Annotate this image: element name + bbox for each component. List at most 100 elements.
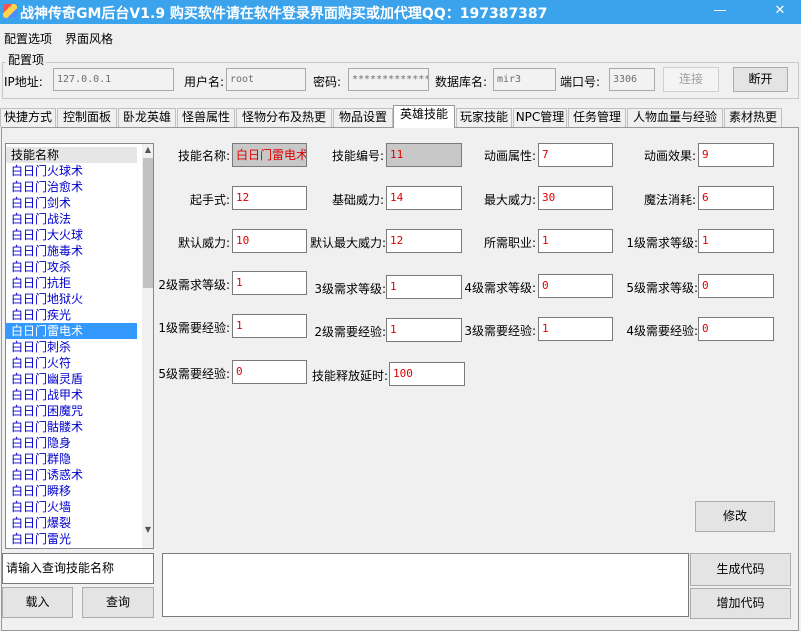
menu-ui-style[interactable]: 界面风格 <box>65 30 113 47</box>
close-button[interactable]: ✕ <box>765 0 795 22</box>
list-item[interactable]: 白日门剑术 <box>6 195 137 211</box>
default-power-label: 默认威力: <box>177 236 230 250</box>
max-power-label: 最大威力: <box>483 193 536 207</box>
list-item[interactable]: 白日门火符 <box>6 355 137 371</box>
list-item[interactable]: 白日门施毒术 <box>6 243 137 259</box>
username-field[interactable]: root <box>226 68 306 91</box>
modify-button[interactable]: 修改 <box>695 501 775 532</box>
tab-player-skills[interactable]: 玩家技能 <box>456 108 512 127</box>
default-max-power-label: 默认最大威力: <box>309 236 386 250</box>
cast-delay-label: 技能释放延时: <box>311 369 388 383</box>
lv4-exp-field[interactable]: 0 <box>698 317 774 341</box>
load-button[interactable]: 载入 <box>2 587 73 618</box>
lv5-exp-field[interactable]: 0 <box>232 360 307 384</box>
anim-attr-field[interactable]: 7 <box>538 143 613 167</box>
scroll-up-icon[interactable]: ▲ <box>142 144 153 156</box>
tab-hp-exp[interactable]: 人物血量与经验 <box>627 108 723 127</box>
lv5-req-field[interactable]: 0 <box>698 274 774 298</box>
lv2-req-field[interactable]: 1 <box>232 271 307 295</box>
tab-item-settings[interactable]: 物品设置 <box>333 108 393 127</box>
list-item[interactable]: 白日门火墙 <box>6 499 137 515</box>
list-item[interactable]: 白日门困魔咒 <box>6 403 137 419</box>
list-header: 技能名称 <box>6 147 137 163</box>
scroll-thumb[interactable] <box>143 158 153 288</box>
list-item[interactable]: 白日门瞬移 <box>6 483 137 499</box>
query-button[interactable]: 查询 <box>82 587 154 618</box>
skill-name-field[interactable]: 白日门雷电术 <box>232 143 307 167</box>
connect-button[interactable]: 连接 <box>663 67 719 92</box>
ip-field[interactable]: 127.0.0.1 <box>53 68 174 91</box>
lv4-req-field[interactable]: 0 <box>538 274 613 298</box>
minimize-button[interactable]: — <box>705 0 735 22</box>
lv1-req-field[interactable]: 1 <box>698 229 774 253</box>
skill-name-label: 技能名称: <box>177 149 230 163</box>
max-power-field[interactable]: 30 <box>538 186 613 210</box>
list-item[interactable]: 白日门火球术 <box>6 163 137 179</box>
generate-code-button[interactable]: 生成代码 <box>690 553 791 586</box>
tab-shortcuts[interactable]: 快捷方式 <box>0 108 56 127</box>
scroll-down-icon[interactable]: ▼ <box>142 524 153 536</box>
lv2-exp-label: 2级需要经验: <box>314 325 386 339</box>
skill-list[interactable]: 技能名称 白日门火球术 白日门治愈术 白日门剑术 白日门战法 白日门大火球 白日… <box>5 143 154 549</box>
tab-wolong-hero[interactable]: 卧龙英雄 <box>118 108 176 127</box>
list-item[interactable]: 白日门攻杀 <box>6 259 137 275</box>
list-item[interactable]: 白日门群隐 <box>6 451 137 467</box>
dbname-field[interactable]: mir3 <box>493 68 556 91</box>
start-field[interactable]: 12 <box>232 186 307 210</box>
tab-asset-hotfix[interactable]: 素材热更 <box>724 108 782 127</box>
list-item-selected[interactable]: 白日门雷电术 <box>6 323 137 339</box>
lv2-exp-field[interactable]: 1 <box>386 318 462 342</box>
port-field[interactable]: 3306 <box>609 68 655 91</box>
mana-cost-field[interactable]: 6 <box>698 186 774 210</box>
list-item[interactable]: 白日门战法 <box>6 211 137 227</box>
base-power-field[interactable]: 14 <box>386 186 462 210</box>
password-field[interactable]: ************* <box>348 68 429 91</box>
list-item[interactable]: 白日门疾光 <box>6 307 137 323</box>
tab-task-management[interactable]: 任务管理 <box>568 108 626 127</box>
list-item[interactable]: 白日门抗拒 <box>6 275 137 291</box>
default-max-power-field[interactable]: 12 <box>386 229 462 253</box>
lv3-exp-field[interactable]: 1 <box>538 317 613 341</box>
list-item[interactable]: 白日门幽灵盾 <box>6 371 137 387</box>
lv5-exp-label: 5级需要经验: <box>158 367 230 381</box>
list-item[interactable]: 白日门爆裂 <box>6 515 137 531</box>
lv3-req-field[interactable]: 1 <box>386 275 462 299</box>
tab-hero-skills[interactable]: 英雄技能 <box>393 105 455 128</box>
anim-effect-field[interactable]: 9 <box>698 143 774 167</box>
lv1-exp-label: 1级需要经验: <box>158 321 230 335</box>
lv3-exp-label: 3级需要经验: <box>464 324 536 338</box>
username-label: 用户名: <box>184 75 225 89</box>
list-scrollbar[interactable]: ▲ ▼ <box>142 144 153 548</box>
list-item[interactable]: 白日门刺杀 <box>6 339 137 355</box>
lv5-req-label: 5级需求等级: <box>626 281 698 295</box>
list-item[interactable]: 白日门治愈术 <box>6 179 137 195</box>
list-item[interactable]: 白日门雷光 <box>6 531 137 547</box>
code-output-area[interactable] <box>162 553 689 617</box>
list-item[interactable]: 白日门大火球 <box>6 227 137 243</box>
ip-label: IP地址: <box>4 75 43 89</box>
tab-npc-management[interactable]: NPC管理 <box>513 108 567 127</box>
window-title: 战神传奇GM后台V1.9 购买软件请在软件登录界面购买或加代理QQ：197387… <box>20 6 548 22</box>
lv2-req-label: 2级需求等级: <box>158 278 230 292</box>
tab-control-panel[interactable]: 控制面板 <box>57 108 117 127</box>
list-item[interactable]: 白日门骷髅术 <box>6 419 137 435</box>
list-item[interactable]: 白日门地狱火 <box>6 291 137 307</box>
skill-id-field[interactable]: 11 <box>386 143 462 167</box>
dbname-label: 数据库名: <box>435 75 488 89</box>
list-item[interactable]: 白日门隐身 <box>6 435 137 451</box>
list-item[interactable]: 白日门诱惑术 <box>6 467 137 483</box>
base-power-label: 基础威力: <box>331 193 384 207</box>
tab-monster-distribution[interactable]: 怪物分布及热更 <box>236 108 332 127</box>
menu-config-options[interactable]: 配置选项 <box>4 30 52 47</box>
lv1-exp-field[interactable]: 1 <box>232 314 307 338</box>
cast-delay-field[interactable]: 100 <box>389 362 465 386</box>
tab-monster-attrs[interactable]: 怪兽属性 <box>177 108 235 127</box>
list-item[interactable]: 白日门战甲术 <box>6 387 137 403</box>
disconnect-button[interactable]: 断开 <box>733 67 788 92</box>
skill-id-label: 技能编号: <box>331 149 384 163</box>
password-label: 密码: <box>313 75 342 89</box>
default-power-field[interactable]: 10 <box>232 229 307 253</box>
skill-search-input[interactable]: 请输入查询技能名称 <box>2 553 154 584</box>
required-job-field[interactable]: 1 <box>538 229 613 253</box>
add-code-button[interactable]: 增加代码 <box>690 588 791 619</box>
